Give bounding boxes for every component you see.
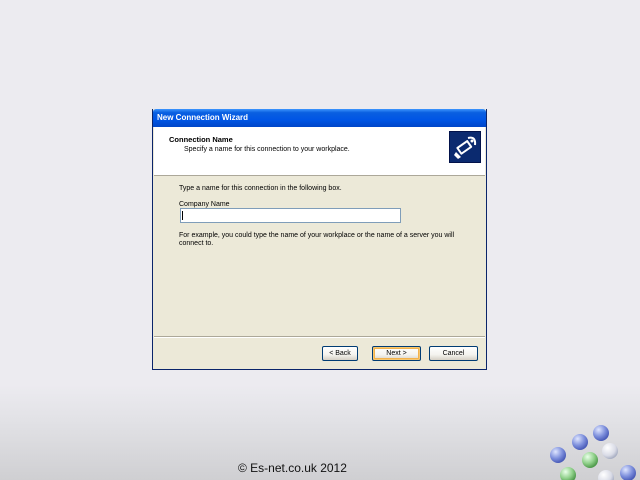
back-button[interactable]: < Back	[322, 346, 358, 361]
header-title: Connection Name	[169, 135, 233, 144]
example-text: For example, you could type the name of …	[179, 232, 455, 247]
wizard-header: Connection Name Specify a name for this …	[154, 127, 485, 176]
next-button[interactable]: Next >	[372, 346, 421, 361]
cancel-button[interactable]: Cancel	[429, 346, 478, 361]
window-title[interactable]: New Connection Wizard	[153, 109, 486, 127]
text-caret	[182, 211, 183, 220]
decorative-bubbles-icon	[550, 425, 636, 480]
button-divider	[154, 336, 485, 338]
wizard-content: Type a name for this connection in the f…	[154, 176, 485, 369]
header-subtitle: Specify a name for this connection to yo…	[184, 146, 350, 153]
company-name-label: Company Name	[179, 201, 230, 208]
network-connection-icon	[449, 131, 481, 163]
copyright-text: © Es-net.co.uk 2012	[238, 461, 347, 475]
new-connection-wizard-dialog: New Connection Wizard Connection Name Sp…	[152, 109, 487, 370]
instruction-text: Type a name for this connection in the f…	[179, 185, 342, 192]
company-name-input[interactable]	[180, 208, 401, 223]
